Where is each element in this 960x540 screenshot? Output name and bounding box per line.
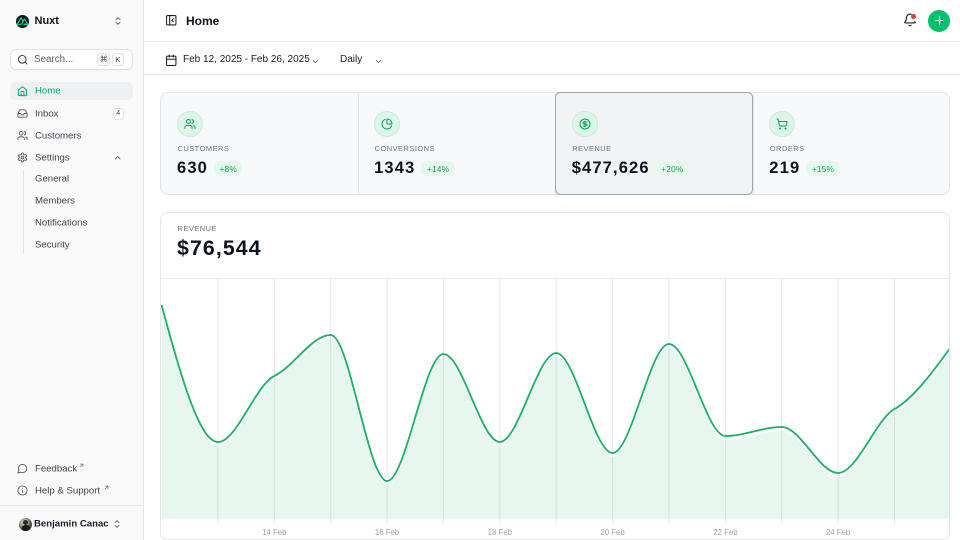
svg-text:24 Feb: 24 Feb (825, 528, 850, 537)
svg-text:18 Feb: 18 Feb (487, 528, 512, 537)
svg-text:14 Feb: 14 Feb (262, 528, 287, 537)
svg-text:22 Feb: 22 Feb (713, 528, 738, 537)
svg-text:20 Feb: 20 Feb (600, 528, 625, 537)
svg-text:16 Feb: 16 Feb (374, 528, 399, 537)
